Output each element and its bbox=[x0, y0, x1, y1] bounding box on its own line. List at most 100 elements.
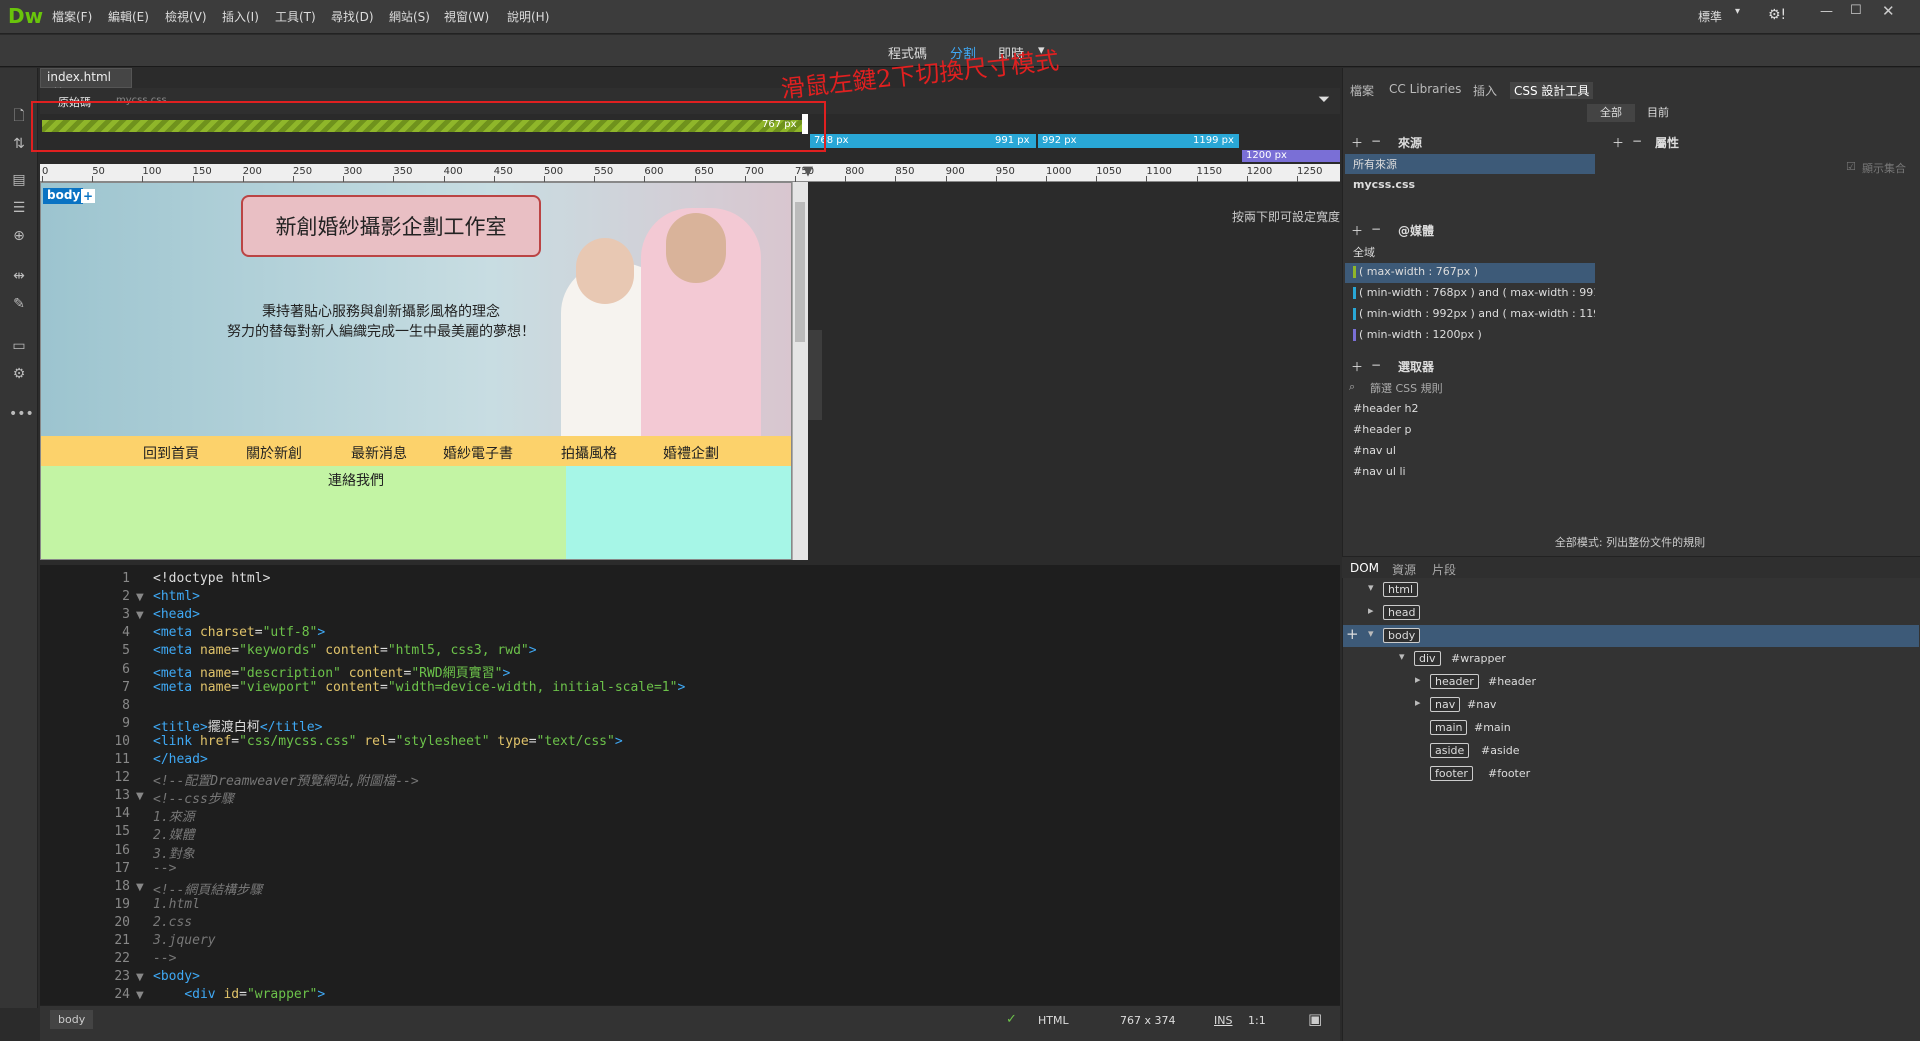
remove-selector-icon[interactable]: − bbox=[1371, 358, 1381, 372]
dom-node-nav[interactable]: nav bbox=[1430, 697, 1461, 712]
code-line[interactable]: 3.對象 bbox=[153, 843, 195, 862]
code-line[interactable]: <meta charset="utf-8"> bbox=[153, 625, 325, 640]
selector-item-3[interactable]: #nav ul li bbox=[1345, 463, 1595, 483]
fold-arrow-icon[interactable]: ▼ bbox=[136, 791, 144, 802]
code-line[interactable]: <meta name="description" content="RWD網頁實… bbox=[153, 662, 510, 681]
comment-icon[interactable]: ▭ bbox=[9, 336, 29, 356]
target-icon[interactable]: ⊕ bbox=[9, 226, 29, 246]
code-line[interactable]: 3.jquery bbox=[153, 933, 216, 948]
code-line[interactable]: <meta name="keywords" content="html5, cs… bbox=[153, 643, 537, 658]
add-element-icon[interactable]: + bbox=[81, 189, 95, 203]
dom-icon[interactable]: ☰ bbox=[9, 198, 29, 218]
fold-arrow-icon[interactable]: ▼ bbox=[136, 592, 144, 603]
code-line[interactable]: --> bbox=[153, 951, 176, 966]
code-line[interactable]: <div id="wrapper"> bbox=[153, 987, 325, 1002]
insert-mode[interactable]: INS bbox=[1214, 1014, 1232, 1027]
menu-item-5[interactable]: 尋找(D) bbox=[331, 8, 374, 25]
gear-icon[interactable]: ⚙! bbox=[1768, 7, 1786, 23]
inspect-icon[interactable]: ▤ bbox=[9, 170, 29, 190]
selector-item-0[interactable]: #header h2 bbox=[1345, 400, 1595, 420]
dom-tab-1[interactable]: 資源 bbox=[1392, 561, 1416, 578]
code-line[interactable]: <head> bbox=[153, 607, 200, 622]
fold-arrow-icon[interactable]: ▼ bbox=[136, 990, 144, 1001]
more-icon[interactable]: ••• bbox=[9, 404, 34, 424]
filter-icon[interactable]: ⏷ bbox=[1318, 90, 1330, 108]
code-line[interactable]: --> bbox=[153, 861, 176, 876]
settings-icon[interactable]: ⚙ bbox=[9, 364, 29, 384]
nav-item-1[interactable]: 關於新創 bbox=[246, 443, 302, 463]
code-line[interactable]: <!--css步驟 bbox=[153, 788, 234, 807]
remove-media-icon[interactable]: − bbox=[1371, 222, 1381, 236]
menu-item-1[interactable]: 編輯(E) bbox=[108, 8, 149, 25]
media-item-0[interactable]: 全域 bbox=[1345, 242, 1595, 262]
menu-item-7[interactable]: 視窗(W) bbox=[444, 8, 489, 25]
scrollbar-thumb[interactable] bbox=[795, 202, 805, 342]
dom-node-main[interactable]: main bbox=[1430, 720, 1468, 735]
add-property-icon[interactable]: ＋ bbox=[1612, 134, 1624, 151]
chevron-icon[interactable]: ▾ bbox=[1368, 581, 1374, 594]
dom-node-body[interactable]: body bbox=[1383, 628, 1421, 643]
menu-item-0[interactable]: 檔案(F) bbox=[52, 8, 92, 25]
dom-node-footer[interactable]: footer bbox=[1430, 766, 1473, 781]
code-line[interactable]: <link href="css/mycss.css" rel="styleshe… bbox=[153, 734, 623, 749]
tab-index-html[interactable]: index.html × bbox=[40, 68, 132, 98]
remove-source-icon[interactable]: − bbox=[1371, 134, 1381, 148]
panel-tab-2[interactable]: 插入 bbox=[1473, 82, 1497, 99]
menu-item-8[interactable]: 說明(H) bbox=[507, 8, 549, 25]
media-item-1[interactable]: ( max-width : 767px ) bbox=[1345, 263, 1595, 283]
expand-icon[interactable]: ⇹ bbox=[9, 266, 29, 286]
chevron-down-icon[interactable]: ▾ bbox=[1735, 6, 1740, 17]
nav-item-0[interactable]: 回到首頁 bbox=[143, 443, 199, 463]
nav-item-5[interactable]: 婚禮企劃 bbox=[663, 443, 719, 463]
nav-item-4[interactable]: 拍攝風格 bbox=[561, 443, 617, 463]
code-line[interactable]: 2.css bbox=[153, 915, 192, 930]
media-item-3[interactable]: ( min-width : 992px ) and ( max-width : … bbox=[1345, 305, 1595, 325]
code-line[interactable]: 2.媒體 bbox=[153, 824, 195, 843]
dom-node-div[interactable]: div bbox=[1414, 651, 1441, 666]
resize-gripper[interactable] bbox=[808, 330, 822, 420]
dom-node-html[interactable]: html bbox=[1383, 582, 1419, 597]
code-view[interactable]: 1 <!doctype html> 2 ▼ <html> 3 ▼ <head> 4 <meta c… bbox=[40, 565, 1340, 1005]
code-line[interactable]: </head> bbox=[153, 752, 208, 767]
menu-item-3[interactable]: 插入(I) bbox=[222, 8, 259, 25]
menu-item-2[interactable]: 檢視(V) bbox=[165, 8, 207, 25]
chevron-icon[interactable]: ▾ bbox=[1399, 650, 1405, 663]
media-item-2[interactable]: ( min-width : 768px ) and ( max-width : … bbox=[1345, 284, 1595, 304]
show-set-checkbox[interactable]: ☑ bbox=[1846, 160, 1856, 173]
window-size-select[interactable]: 767 x 374 bbox=[1120, 1014, 1176, 1027]
fold-arrow-icon[interactable]: ▼ bbox=[136, 882, 144, 893]
add-element-icon[interactable]: + bbox=[1346, 625, 1359, 643]
code-line[interactable]: <!--網頁結構步驟 bbox=[153, 879, 262, 898]
chevron-icon[interactable]: ▸ bbox=[1415, 696, 1421, 709]
panel-tab-0[interactable]: 檔案 bbox=[1350, 82, 1374, 99]
code-line[interactable]: <title>擺渡白柯</title> bbox=[153, 716, 322, 735]
close-button[interactable]: ✕ bbox=[1882, 2, 1895, 20]
ruler[interactable]: 0 50 100 150 200 250 300 350 400 450 500 550 600 650 7… bbox=[40, 164, 1340, 182]
panel-tab-1[interactable]: CC Libraries bbox=[1389, 82, 1461, 96]
nav-item-contact[interactable]: 連絡我們 bbox=[286, 470, 426, 490]
code-line[interactable]: <!doctype html> bbox=[153, 571, 270, 586]
menu-item-6[interactable]: 網站(S) bbox=[389, 8, 430, 25]
code-line[interactable]: <html> bbox=[153, 589, 200, 604]
new-file-icon[interactable]: 🗋 bbox=[9, 106, 29, 126]
tag-selector[interactable]: body bbox=[50, 1010, 94, 1029]
add-source-icon[interactable]: ＋ bbox=[1351, 134, 1363, 151]
source-mycss[interactable]: mycss.css bbox=[1345, 176, 1595, 196]
add-selector-icon[interactable]: ＋ bbox=[1351, 358, 1363, 375]
code-line[interactable]: <body> bbox=[153, 969, 200, 984]
live-view-page[interactable]: 新創婚紗攝影企劃工作室 秉持著貼心服務與創新攝影風格的理念 努力的替每對新人編織… bbox=[40, 182, 792, 560]
chevron-icon[interactable]: ▾ bbox=[1368, 627, 1374, 640]
code-line[interactable]: 1.來源 bbox=[153, 806, 195, 825]
preview-icon[interactable]: ▣ bbox=[1308, 1010, 1322, 1028]
nav-item-3[interactable]: 婚紗電子書 bbox=[443, 443, 513, 463]
ruler-marker-icon[interactable]: ▼ bbox=[803, 164, 813, 179]
dom-tab-2[interactable]: 片段 bbox=[1432, 561, 1456, 578]
source-all[interactable]: 所有來源 bbox=[1345, 154, 1595, 174]
dom-node-head[interactable]: head bbox=[1383, 605, 1421, 620]
dom-node-aside[interactable]: aside bbox=[1430, 743, 1470, 758]
selector-item-2[interactable]: #nav ul bbox=[1345, 442, 1595, 462]
doc-type-select[interactable]: HTML bbox=[1038, 1014, 1069, 1027]
dom-node-header[interactable]: header bbox=[1430, 674, 1479, 689]
remove-property-icon[interactable]: − bbox=[1632, 134, 1642, 148]
css-subtab-current[interactable]: 目前 bbox=[1638, 104, 1678, 122]
